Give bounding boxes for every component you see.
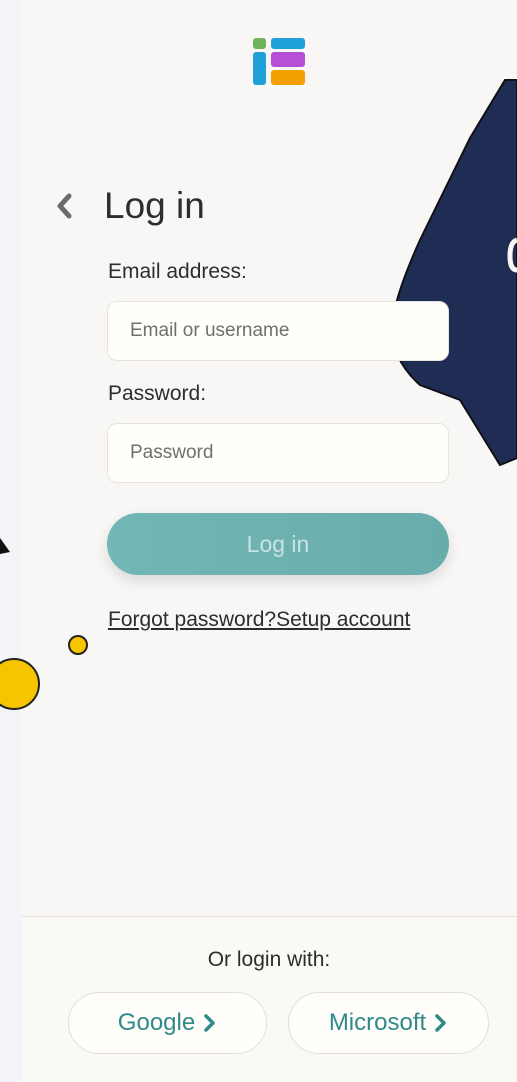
sso-prompt: Or login with: (207, 948, 331, 971)
forgot-password-link[interactable]: Forgot password? (108, 608, 276, 631)
password-input[interactable] (107, 423, 449, 483)
google-login-button[interactable]: Google (68, 992, 267, 1054)
password-label: Password: (108, 382, 207, 405)
account-links: Forgot password?Setup account (108, 608, 410, 632)
microsoft-label: Microsoft (328, 1009, 427, 1036)
chevron-left-icon (57, 193, 72, 219)
sso-footer: Or login with: Google Microsoft (21, 916, 517, 1082)
email-input[interactable] (107, 301, 449, 361)
chevron-right-icon (203, 1014, 217, 1032)
black-triangle-shape (0, 538, 10, 554)
chevron-right-icon (434, 1014, 448, 1032)
email-label: Email address: (108, 260, 247, 283)
microsoft-login-button[interactable]: Microsoft (288, 992, 489, 1054)
back-button[interactable] (46, 186, 82, 226)
google-label: Google (117, 1009, 196, 1036)
ie-logo-icon (253, 38, 305, 85)
login-button[interactable]: Log in (107, 513, 449, 575)
setup-account-link[interactable]: Setup account (276, 608, 410, 631)
page-title: Log in (104, 185, 205, 226)
